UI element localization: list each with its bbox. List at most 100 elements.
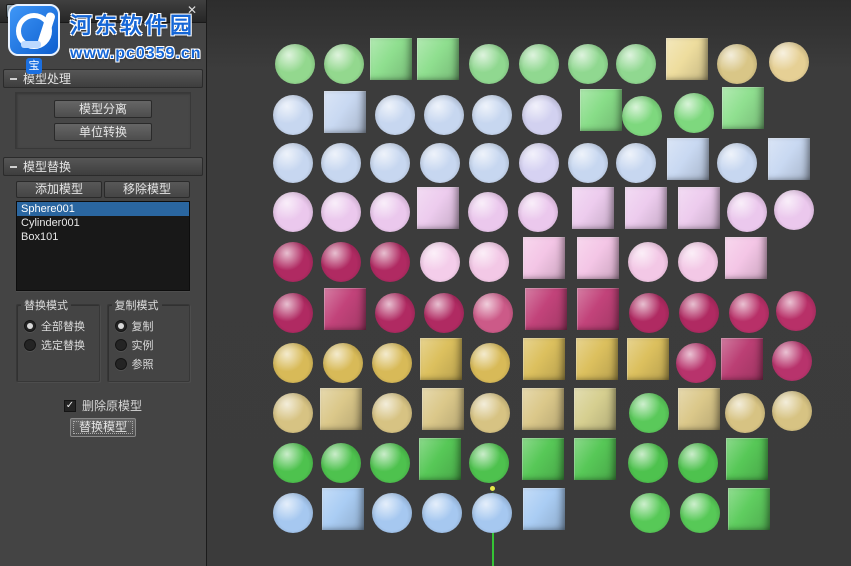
viewport-sphere[interactable]	[629, 393, 669, 433]
separate-model-button[interactable]: 模型分离	[54, 100, 152, 118]
radio-option[interactable]: 选定替换	[24, 337, 92, 353]
viewport-cube[interactable]	[417, 187, 459, 229]
viewport-cube[interactable]	[768, 138, 810, 180]
viewport-sphere[interactable]	[630, 493, 670, 533]
add-model-button[interactable]: 添加模型	[16, 181, 102, 198]
viewport-sphere[interactable]	[717, 44, 757, 84]
viewport-sphere[interactable]	[375, 293, 415, 333]
viewport-sphere[interactable]	[616, 44, 656, 84]
viewport-sphere[interactable]	[472, 95, 512, 135]
viewport-sphere[interactable]	[518, 192, 558, 232]
viewport-cube[interactable]	[576, 338, 618, 380]
radio-option[interactable]: 复制	[115, 318, 183, 334]
viewport-sphere[interactable]	[717, 143, 757, 183]
viewport-sphere[interactable]	[422, 493, 462, 533]
viewport-sphere[interactable]	[424, 95, 464, 135]
viewport-cube[interactable]	[324, 91, 366, 133]
list-item[interactable]: Cylinder001	[17, 216, 189, 230]
viewport-cube[interactable]	[522, 438, 564, 480]
viewport-cube[interactable]	[678, 187, 720, 229]
viewport-sphere[interactable]	[628, 443, 668, 483]
viewport-sphere[interactable]	[370, 242, 410, 282]
viewport-sphere[interactable]	[729, 293, 769, 333]
viewport-sphere[interactable]	[273, 293, 313, 333]
viewport-sphere[interactable]	[370, 443, 410, 483]
viewport-sphere[interactable]	[727, 192, 767, 232]
viewport-cube[interactable]	[525, 288, 567, 330]
viewport-sphere[interactable]	[372, 493, 412, 533]
viewport-cube[interactable]	[574, 388, 616, 430]
viewport-sphere[interactable]	[273, 95, 313, 135]
viewport-sphere[interactable]	[469, 143, 509, 183]
viewport-sphere[interactable]	[678, 443, 718, 483]
viewport-sphere[interactable]	[323, 343, 363, 383]
viewport-sphere[interactable]	[370, 192, 410, 232]
delete-original-checkbox[interactable]: ✓	[64, 400, 76, 412]
viewport-sphere[interactable]	[468, 192, 508, 232]
dialog-titlebar[interactable]: 模型 ✕	[0, 0, 206, 23]
viewport-sphere[interactable]	[469, 242, 509, 282]
model-list[interactable]: Sphere001Cylinder001Box101	[16, 201, 190, 291]
viewport-sphere[interactable]	[519, 44, 559, 84]
viewport-cube[interactable]	[722, 87, 764, 129]
viewport-sphere[interactable]	[372, 343, 412, 383]
viewport-sphere[interactable]	[375, 95, 415, 135]
close-button[interactable]: ✕	[184, 3, 200, 19]
viewport-cube[interactable]	[523, 338, 565, 380]
viewport-cube[interactable]	[320, 388, 362, 430]
viewport-sphere[interactable]	[519, 143, 559, 183]
viewport-sphere[interactable]	[674, 93, 714, 133]
viewport-sphere[interactable]	[273, 393, 313, 433]
viewport-cube[interactable]	[322, 488, 364, 530]
remove-model-button[interactable]: 移除模型	[104, 181, 190, 198]
viewport-sphere[interactable]	[273, 143, 313, 183]
viewport-sphere[interactable]	[522, 95, 562, 135]
radio-option[interactable]: 参照	[115, 356, 183, 372]
viewport-cube[interactable]	[572, 187, 614, 229]
list-item[interactable]: Box101	[17, 230, 189, 244]
viewport-cube[interactable]	[627, 338, 669, 380]
viewport-sphere[interactable]	[420, 143, 460, 183]
viewport-cube[interactable]	[728, 488, 770, 530]
viewport-sphere[interactable]	[472, 493, 512, 533]
viewport-sphere[interactable]	[470, 393, 510, 433]
viewport-sphere[interactable]	[470, 343, 510, 383]
viewport-cube[interactable]	[721, 338, 763, 380]
viewport-sphere[interactable]	[774, 190, 814, 230]
viewport-sphere[interactable]	[273, 242, 313, 282]
viewport-cube[interactable]	[574, 438, 616, 480]
viewport-cube[interactable]	[667, 138, 709, 180]
replace-model-button[interactable]: 替换模型	[70, 418, 136, 437]
viewport-sphere[interactable]	[420, 242, 460, 282]
viewport-sphere[interactable]	[772, 391, 812, 431]
viewport-cube[interactable]	[726, 438, 768, 480]
radio-option[interactable]: 实例	[115, 337, 183, 353]
viewport-sphere[interactable]	[372, 393, 412, 433]
viewport-cube[interactable]	[523, 237, 565, 279]
viewport-sphere[interactable]	[678, 242, 718, 282]
viewport-sphere[interactable]	[679, 293, 719, 333]
rollout-model-replace[interactable]: 模型替换	[3, 157, 203, 176]
viewport-cube[interactable]	[678, 388, 720, 430]
viewport-cube[interactable]	[666, 38, 708, 80]
viewport-cube[interactable]	[419, 438, 461, 480]
viewport-sphere[interactable]	[275, 44, 315, 84]
delete-original-row[interactable]: ✓ 删除原模型	[0, 397, 206, 414]
viewport-sphere[interactable]	[622, 96, 662, 136]
viewport-cube[interactable]	[625, 187, 667, 229]
viewport-sphere[interactable]	[616, 143, 656, 183]
viewport-sphere[interactable]	[324, 44, 364, 84]
viewport-sphere[interactable]	[568, 143, 608, 183]
unit-convert-button[interactable]: 单位转换	[54, 123, 152, 141]
viewport-sphere[interactable]	[725, 393, 765, 433]
viewport-sphere[interactable]	[628, 242, 668, 282]
viewport-sphere[interactable]	[568, 44, 608, 84]
viewport-cube[interactable]	[523, 488, 565, 530]
viewport-sphere[interactable]	[776, 291, 816, 331]
viewport-sphere[interactable]	[273, 443, 313, 483]
viewport-sphere[interactable]	[469, 44, 509, 84]
radio-option[interactable]: 全部替换	[24, 318, 92, 334]
viewport-cube[interactable]	[580, 89, 622, 131]
viewport-sphere[interactable]	[321, 143, 361, 183]
viewport-cube[interactable]	[577, 288, 619, 330]
